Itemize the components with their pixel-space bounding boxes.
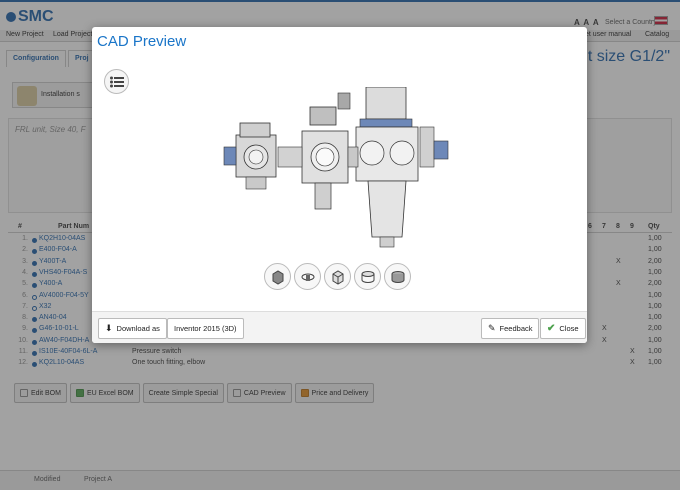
cylinder-top-icon	[361, 271, 375, 283]
cad-preview-dialog: CAD Preview ⬇ Download as Inventor 2015 …	[92, 27, 587, 343]
dialog-title: CAD Preview	[97, 33, 187, 50]
feedback-icon: ✎	[488, 323, 496, 333]
feedback-button[interactable]: ✎ Feedback	[481, 318, 540, 339]
format-select[interactable]: Inventor 2015 (3D)	[167, 318, 244, 339]
feedback-label: Feedback	[499, 324, 533, 333]
view-controls	[264, 263, 411, 290]
shaded-cube-icon	[272, 270, 284, 285]
checkmark-icon: ✔	[547, 323, 556, 334]
download-button[interactable]: ⬇ Download as	[98, 318, 167, 339]
close-label: Close	[559, 324, 579, 333]
view-shaded-button[interactable]	[264, 263, 291, 290]
parts-list-button[interactable]	[104, 69, 129, 94]
download-label: Download as	[116, 324, 160, 333]
download-icon: ⬇	[105, 323, 113, 333]
dialog-footer: ⬇ Download as Inventor 2015 (3D) ✎ Feedb…	[92, 311, 587, 343]
view-top-button[interactable]	[354, 263, 381, 290]
list-icon	[110, 76, 124, 88]
cad-3d-viewer[interactable]	[222, 87, 462, 249]
view-front-button[interactable]	[324, 263, 351, 290]
view-section-button[interactable]	[384, 263, 411, 290]
cylinder-section-icon	[391, 271, 405, 283]
close-button[interactable]: ✔ Close	[540, 318, 586, 339]
view-rotate-button[interactable]	[294, 263, 321, 290]
format-label: Inventor 2015 (3D)	[174, 324, 237, 333]
cube-view-icon	[332, 270, 344, 285]
rotate-icon	[301, 273, 315, 281]
